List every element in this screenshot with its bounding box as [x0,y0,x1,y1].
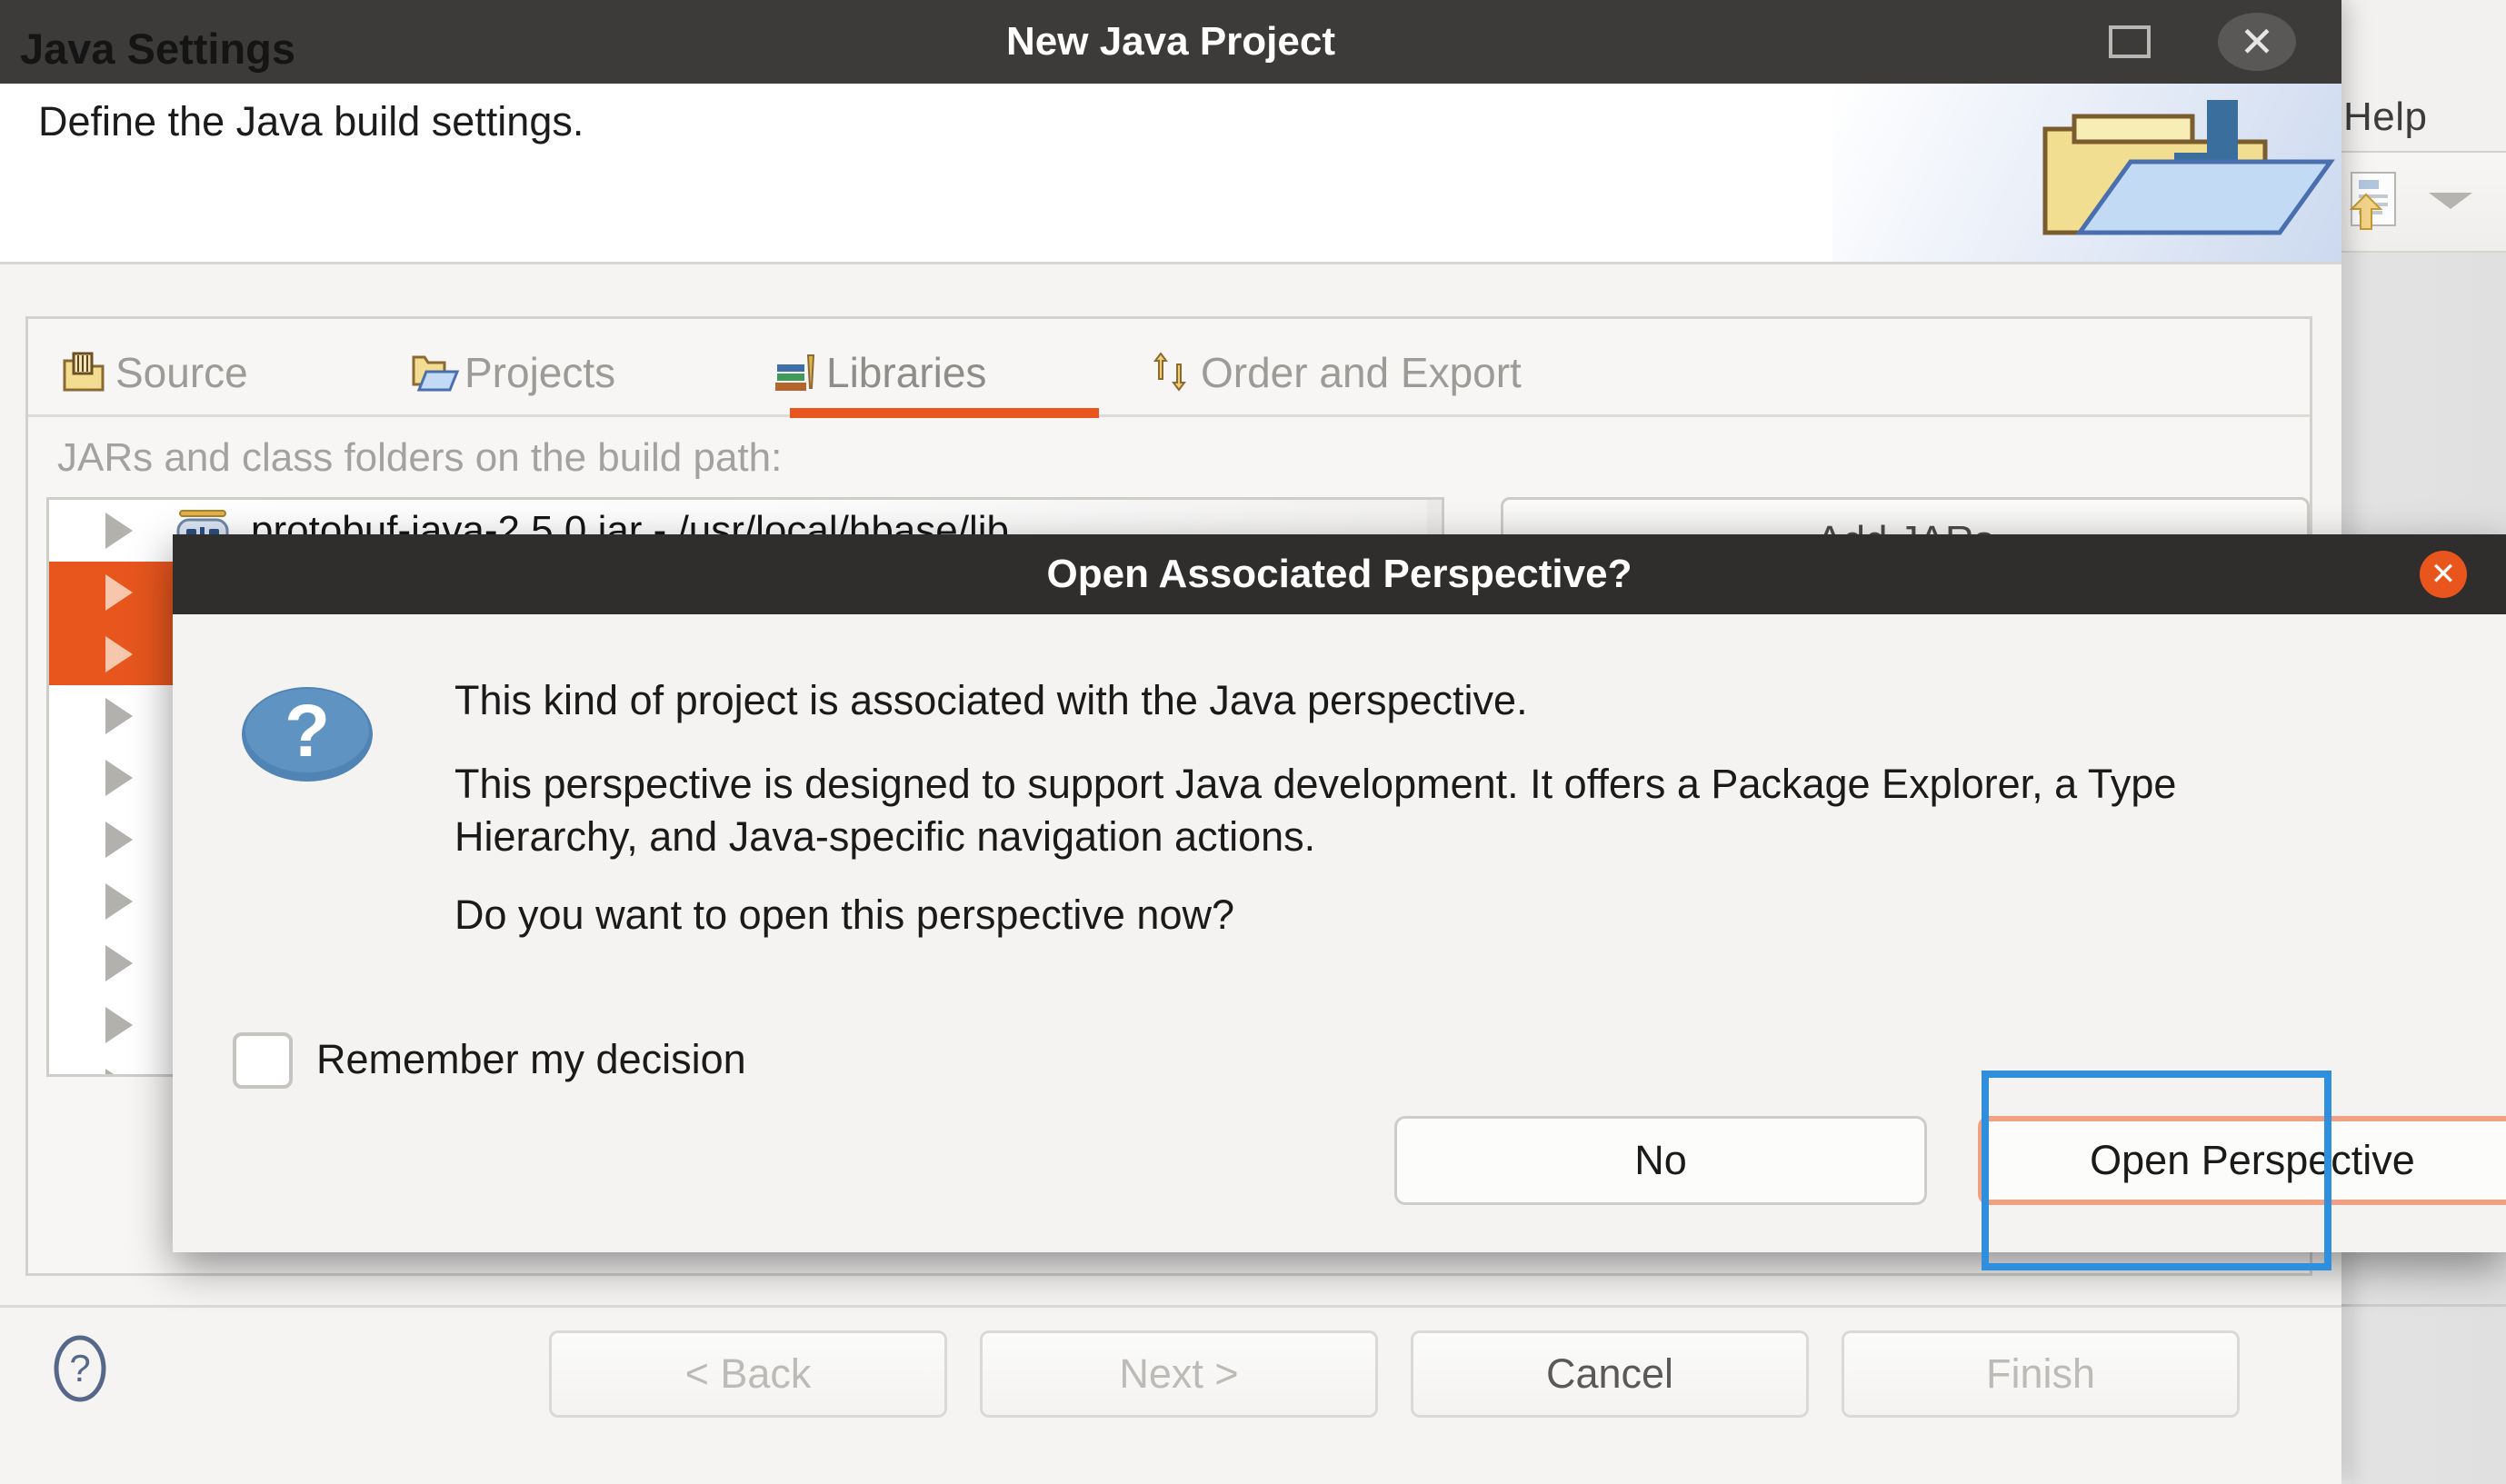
remember-my-decision-checkbox[interactable] [233,1032,293,1089]
libraries-books-icon [772,348,821,397]
help-question-icon[interactable]: ? [45,1334,115,1403]
order-export-arrows-icon [1146,348,1195,397]
collapsed-arrow-icon[interactable] [105,698,133,734]
collapsed-arrow-icon[interactable] [105,822,133,858]
close-icon[interactable]: ✕ [2420,551,2467,598]
annotation-highlight-box [1982,1071,2331,1270]
active-tab-indicator [790,408,1099,418]
remember-my-decision-label: Remember my decision [316,1036,746,1082]
collapsed-arrow-icon[interactable] [105,1069,133,1074]
page-title: Java Settings [20,25,296,73]
dialog-paragraph-2: This perspective is designed to support … [454,761,2177,860]
svg-text:?: ? [285,690,330,772]
tab-order-and-export[interactable]: Order and Export [1146,330,1522,415]
collapsed-arrow-icon[interactable] [105,1007,133,1043]
tab-source[interactable]: Source [61,330,248,415]
next-button[interactable]: Next > [980,1330,1378,1418]
collapsed-arrow-icon[interactable] [105,945,133,981]
dialog-paragraph-1: This kind of project is associated with … [454,677,1528,723]
collapsed-arrow-icon[interactable] [105,760,133,796]
page-subtitle: Define the Java build settings. [38,98,584,144]
header-divider [0,262,2341,264]
menu-item-help[interactable]: Help [2343,95,2428,140]
collapsed-arrow-icon[interactable] [105,883,133,920]
projects-folder-icon [410,348,460,397]
tab-bar: Source Projects Libraries Order and Expo… [28,319,2310,418]
back-button[interactable]: < Back [549,1330,947,1418]
tab-label: Projects [464,349,616,396]
dialog-paragraph-3: Do you want to open this perspective now… [454,891,1235,938]
no-button[interactable]: No [1394,1116,1927,1205]
source-folder-icon [61,348,110,397]
jars-list-label: JARs and class folders on the build path… [57,435,783,480]
tab-label: Source [115,349,248,396]
tab-projects[interactable]: Projects [410,330,615,415]
svg-text:?: ? [69,1347,90,1389]
collapsed-arrow-icon[interactable] [105,513,133,549]
dialog-title: Open Associated Perspective? [1046,552,1632,596]
cancel-button[interactable]: Cancel [1411,1330,1809,1418]
tab-label: Order and Export [1201,349,1522,396]
question-mark-icon: ? [235,680,380,789]
collapsed-arrow-icon[interactable] [105,574,133,611]
java-project-folder-icon [2038,96,2338,242]
screen-root: Help New Java Project ✕ Java Settings De… [0,0,2506,1484]
tab-label: Libraries [826,349,987,396]
wizard-title: New Java Project [1006,19,1335,64]
tab-libraries[interactable]: Libraries [772,330,1099,418]
collapsed-arrow-icon[interactable] [105,636,133,672]
upload-document-icon[interactable] [2342,169,2406,233]
close-icon[interactable]: ✕ [2218,13,2296,71]
finish-button[interactable]: Finish [1842,1330,2240,1418]
background-editor-seam [2327,1304,2506,1307]
chevron-down-icon[interactable] [2429,193,2472,209]
footer-divider [0,1305,2341,1308]
maximize-icon[interactable] [2109,25,2151,58]
